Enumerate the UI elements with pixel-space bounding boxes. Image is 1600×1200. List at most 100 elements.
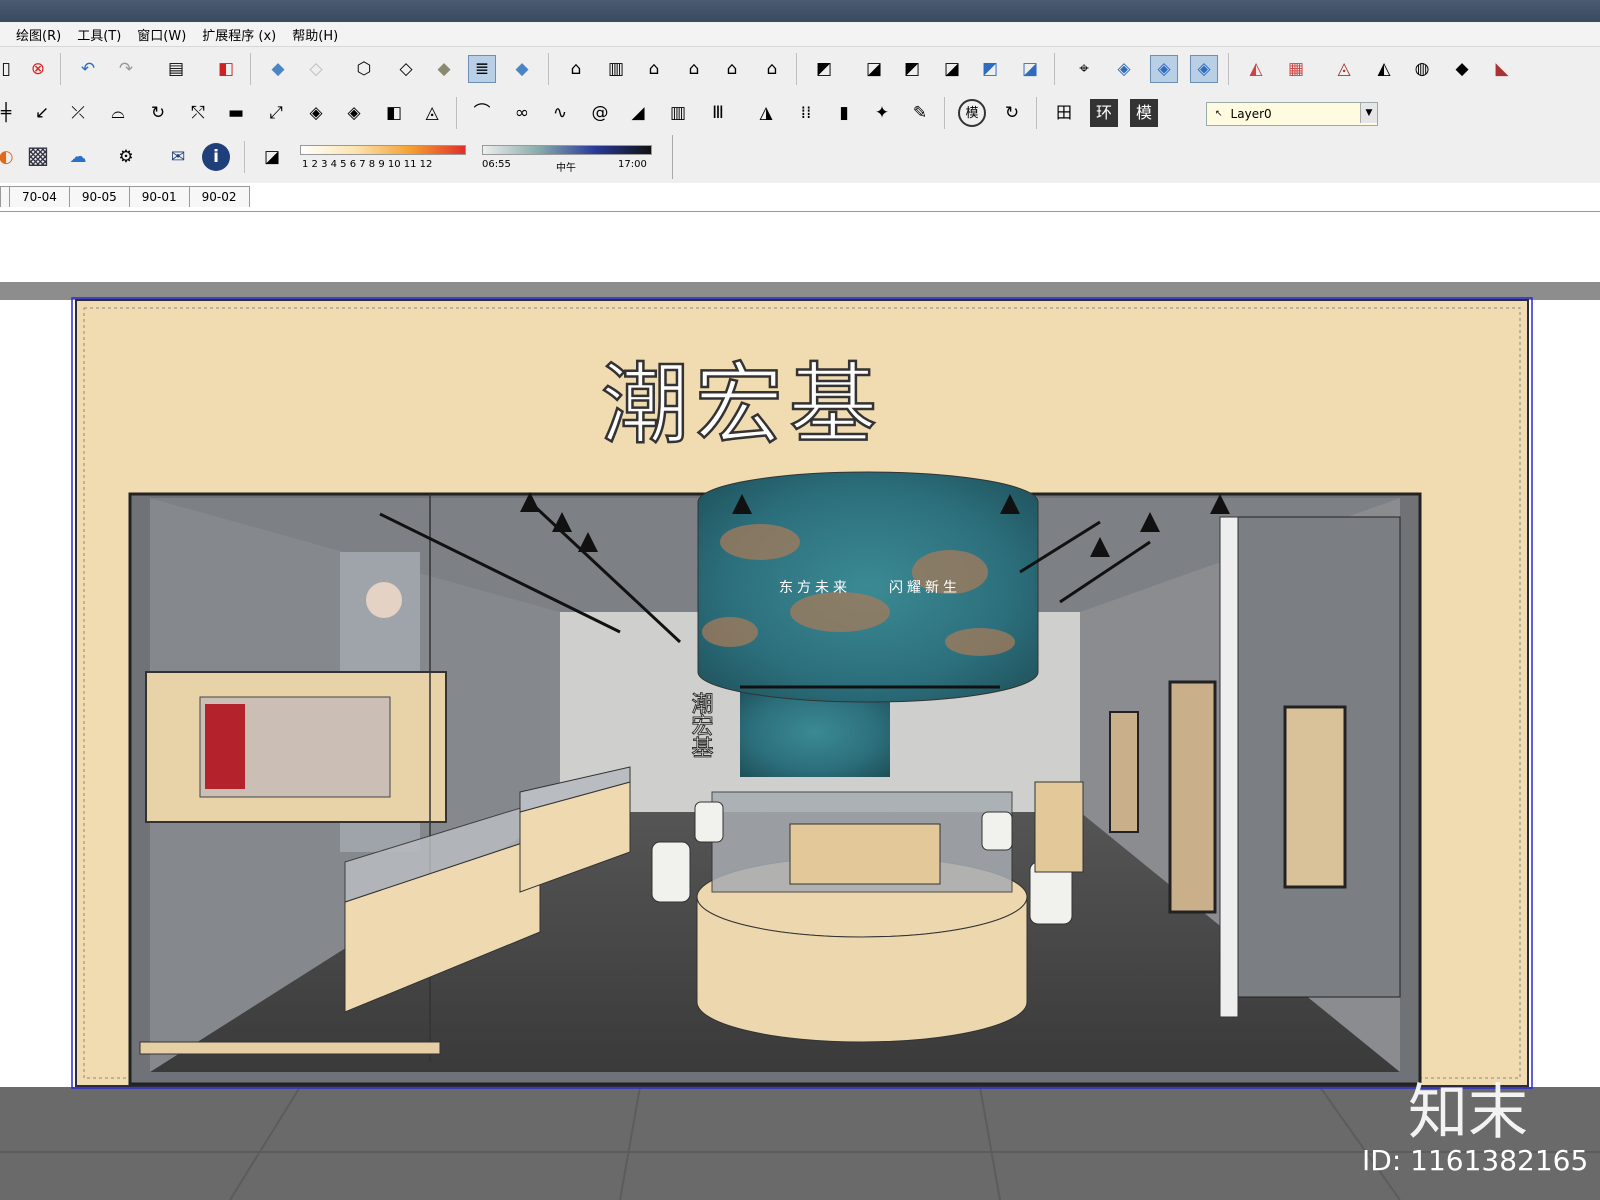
mirror-tool-icon[interactable]: ◮ bbox=[752, 99, 780, 127]
section-display-icon[interactable]: ◈ bbox=[1150, 55, 1178, 83]
shaded-icon[interactable]: ◆ bbox=[430, 55, 458, 83]
menu-draw[interactable]: 绘图(R) bbox=[0, 25, 69, 44]
toolbar-row-3: ◐ ▩ ☁ ⚙ ✉ i ◪ 1 2 3 4 5 6 7 8 9 10 11 12… bbox=[0, 135, 1600, 183]
layer-select[interactable]: ↖ Layer0 ▼ bbox=[1206, 102, 1378, 126]
monochrome-icon[interactable]: ◆ bbox=[508, 55, 536, 83]
pin-tool-icon[interactable]: ✦ bbox=[868, 99, 896, 127]
section-cut-icon[interactable]: ◈ bbox=[1190, 55, 1218, 83]
wave-tool-icon[interactable]: ∿ bbox=[546, 99, 574, 127]
shadow-time-slider[interactable]: 06:55 中午 17:00 bbox=[480, 143, 652, 174]
separator bbox=[796, 53, 797, 85]
spiral-tool-icon[interactable]: @ bbox=[586, 99, 614, 127]
scene-tab-90-05[interactable]: 90-05 bbox=[68, 186, 130, 207]
hidden-line-icon[interactable]: ◇ bbox=[392, 55, 420, 83]
solid-tool-icon[interactable]: ◩ bbox=[810, 55, 838, 83]
bend-tool-icon[interactable]: ↙ bbox=[28, 99, 56, 127]
shadows-icon[interactable]: ◐ bbox=[0, 143, 20, 171]
intersect-icon[interactable]: ◩ bbox=[898, 55, 926, 83]
page-icon[interactable]: ▯ bbox=[0, 55, 20, 83]
line-tool-icon[interactable]: ╪ bbox=[0, 99, 20, 127]
menu-tools[interactable]: 工具(T) bbox=[69, 25, 129, 44]
poster-model-face bbox=[366, 582, 402, 618]
display-red-panel bbox=[205, 704, 245, 789]
panel-tool-icon[interactable]: ▮ bbox=[830, 99, 858, 127]
stack-tool-icon[interactable]: ◈ bbox=[340, 99, 368, 127]
front-view-icon[interactable]: ⌂ bbox=[640, 55, 668, 83]
scene-tab-90-01[interactable]: 90-01 bbox=[128, 186, 190, 207]
model-tool-button[interactable]: 模 bbox=[958, 99, 986, 127]
shadow-month-slider[interactable]: 1 2 3 4 5 6 7 8 9 10 11 12 bbox=[296, 143, 468, 173]
separator bbox=[1054, 53, 1055, 85]
right-view-icon[interactable]: ⌂ bbox=[680, 55, 708, 83]
smoove-icon[interactable]: ◬ bbox=[1330, 55, 1358, 83]
redo-icon[interactable]: ↷ bbox=[112, 55, 140, 83]
trim-icon[interactable]: ◪ bbox=[1016, 55, 1044, 83]
separator bbox=[60, 53, 61, 85]
outer-shell-icon[interactable]: ◪ bbox=[860, 55, 888, 83]
shaded-textures-icon[interactable]: ≣ bbox=[468, 55, 496, 83]
chain-tool-icon[interactable]: ∞ bbox=[508, 99, 536, 127]
time-start: 06:55 bbox=[482, 159, 511, 170]
left-view-icon[interactable]: ⌂ bbox=[758, 55, 786, 83]
refresh-icon[interactable]: ↻ bbox=[998, 99, 1026, 127]
sandbox-contours-icon[interactable]: ◭ bbox=[1242, 55, 1270, 83]
model-viewport[interactable]: 潮宏基 潮宏基 东方未来 闪耀新生 bbox=[0, 212, 1600, 1200]
model-info-icon[interactable]: ◧ bbox=[212, 55, 240, 83]
broom-tool-icon[interactable]: ✎ bbox=[906, 99, 934, 127]
measure-tool-icon[interactable]: ◢ bbox=[624, 99, 652, 127]
stair-tool-icon[interactable]: ▥ bbox=[664, 99, 692, 127]
wireframe-icon[interactable]: ⬡ bbox=[350, 55, 378, 83]
separator bbox=[1228, 53, 1229, 85]
window-title-bar bbox=[0, 0, 1600, 22]
loop-tool-icon[interactable]: ↻ bbox=[144, 99, 172, 127]
environment-tool-button[interactable]: 环 bbox=[1090, 99, 1118, 127]
info-icon[interactable]: i bbox=[202, 143, 230, 171]
ceiling-drum bbox=[697, 471, 1039, 703]
undo-icon[interactable]: ↶ bbox=[74, 55, 102, 83]
add-detail-icon[interactable]: ◆ bbox=[1448, 55, 1476, 83]
dots-tool-icon[interactable]: ⁞⁞ bbox=[792, 99, 820, 127]
flip-edge-icon[interactable]: ◣ bbox=[1488, 55, 1516, 83]
arc-tool-icon[interactable]: ⌓ bbox=[104, 99, 132, 127]
curve-tool-icon[interactable]: ⌒ bbox=[468, 99, 496, 127]
scene-tab-90-02[interactable]: 90-02 bbox=[188, 186, 250, 207]
xray-icon[interactable]: ◆ bbox=[264, 55, 292, 83]
month-scale: 1 2 3 4 5 6 7 8 9 10 11 12 bbox=[302, 159, 433, 170]
cloud-upload-icon[interactable]: ☁ bbox=[64, 143, 92, 171]
right-wall-display-niche bbox=[1109, 711, 1139, 833]
extrude-tool-icon[interactable]: ◧ bbox=[380, 99, 408, 127]
settings-gear-icon[interactable]: ⚙ bbox=[112, 143, 140, 171]
menu-extensions[interactable]: 扩展程序 (x) bbox=[194, 25, 284, 44]
stamp-icon[interactable]: ◭ bbox=[1370, 55, 1398, 83]
menu-window[interactable]: 窗口(W) bbox=[129, 25, 194, 44]
chevron-down-icon[interactable]: ▼ bbox=[1360, 103, 1377, 123]
back-view-icon[interactable]: ⌂ bbox=[718, 55, 746, 83]
fillet-tool-icon[interactable]: ⤲ bbox=[184, 99, 212, 127]
scene-tabs: 70-04 90-05 90-01 90-02 bbox=[0, 186, 250, 208]
print-icon[interactable]: ▤ bbox=[162, 55, 190, 83]
array-tool-icon[interactable]: ◈ bbox=[302, 99, 330, 127]
section-plane-icon[interactable]: ◈ bbox=[1110, 55, 1138, 83]
union-icon[interactable]: ◪ bbox=[938, 55, 966, 83]
mail-icon[interactable]: ✉ bbox=[164, 143, 192, 171]
follow-tool-icon[interactable]: ◬ bbox=[418, 99, 446, 127]
model-library-button[interactable]: 模 bbox=[1130, 99, 1158, 127]
sandbox-scratch-icon[interactable]: ▦ bbox=[1282, 55, 1310, 83]
stop-icon[interactable]: ⊗ bbox=[24, 55, 52, 83]
cursor-icon: ↖ bbox=[1215, 109, 1223, 119]
rail-tool-icon[interactable]: Ⅲ bbox=[704, 99, 732, 127]
menu-help[interactable]: 帮助(H) bbox=[284, 25, 346, 44]
orbit-icon[interactable]: ⌖ bbox=[1070, 55, 1098, 83]
top-view-icon[interactable]: ▥ bbox=[602, 55, 630, 83]
back-edges-icon[interactable]: ◇ bbox=[302, 55, 330, 83]
grid-tool-button[interactable]: 田 bbox=[1050, 99, 1078, 127]
checker-icon[interactable]: ▩ bbox=[24, 141, 52, 169]
scene-tab-70-04[interactable]: 70-04 bbox=[9, 186, 70, 207]
subtract-icon[interactable]: ◩ bbox=[976, 55, 1004, 83]
path-tool-icon[interactable]: ⤢ bbox=[262, 99, 290, 127]
iso-view-icon[interactable]: ⌂ bbox=[562, 55, 590, 83]
split-tool-icon[interactable]: ⤫ bbox=[64, 99, 92, 127]
pipe-tool-icon[interactable]: ▬ bbox=[222, 99, 250, 127]
drape-icon[interactable]: ◍ bbox=[1408, 55, 1436, 83]
eraser-icon[interactable]: ◪ bbox=[258, 143, 286, 171]
